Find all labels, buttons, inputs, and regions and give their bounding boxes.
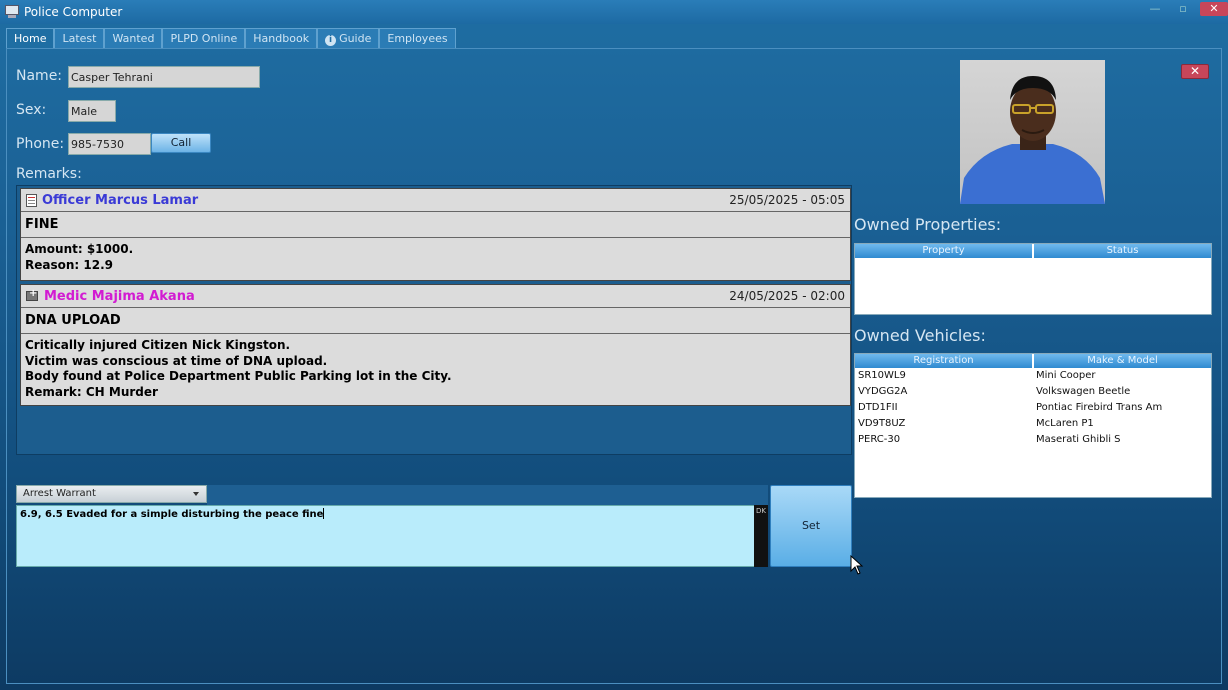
tab-guide-label: Guide	[339, 32, 372, 45]
info-icon: i	[325, 35, 337, 46]
warrant-bar	[207, 485, 768, 505]
column-header-status[interactable]: Status	[1034, 244, 1211, 258]
document-icon	[26, 193, 37, 207]
name-label: Name:	[16, 68, 63, 84]
owned-properties-table: Property Status	[854, 243, 1212, 315]
title-bar: Police Computer — ▫ ✕	[0, 0, 1228, 24]
remark-line: Body found at Police Department Public P…	[25, 369, 452, 383]
warrant-reason-input[interactable]: 6.9, 6.5 Evaded for a simple disturbing …	[16, 505, 768, 567]
remark-line: Victim was conscious at time of DNA uplo…	[25, 353, 328, 368]
window-title: Police Computer	[24, 5, 123, 19]
cell-registration: DTD1FII	[858, 402, 898, 413]
warrant-type-value: Arrest Warrant	[23, 488, 96, 499]
cell-make-model: McLaren P1	[1036, 418, 1094, 429]
cell-make-model: Mini Cooper	[1036, 370, 1096, 381]
name-field[interactable]: Casper Tehrani	[68, 66, 260, 88]
maximize-button[interactable]: ▫	[1172, 2, 1194, 16]
remark-author: Officer Marcus Lamar	[42, 192, 199, 208]
text-caret	[323, 508, 325, 519]
citizen-avatar	[960, 60, 1105, 204]
remarks-label: Remarks:	[16, 166, 82, 182]
call-button[interactable]: Call	[151, 133, 211, 153]
close-profile-button[interactable]: ✕	[1181, 64, 1209, 79]
owned-vehicles-table: Registration Make & Model SR10WL9 Mini C…	[854, 353, 1212, 498]
remark-body: Amount: $1000. Reason: 12.9	[21, 238, 850, 277]
remark-date: 25/05/2025 - 05:05	[729, 193, 845, 207]
owned-vehicles-title: Owned Vehicles:	[854, 326, 986, 345]
computer-icon	[4, 5, 20, 19]
phone-field[interactable]: 985-7530	[68, 133, 151, 155]
textarea-scrollbar[interactable]: DK	[754, 505, 768, 567]
remark-line: Critically injured Citizen Nick Kingston…	[25, 338, 291, 352]
remark-line: Remark: CH Murder	[25, 384, 158, 399]
minimize-button[interactable]: —	[1144, 2, 1166, 16]
remark-line: Amount: $1000.	[25, 242, 134, 256]
tab-wanted[interactable]: Wanted	[104, 28, 163, 48]
tab-latest[interactable]: Latest	[54, 28, 105, 48]
window-close-button[interactable]: ✕	[1200, 2, 1228, 16]
warrant-type-dropdown[interactable]: Arrest Warrant	[16, 485, 207, 503]
table-row[interactable]: PERC-30 Maserati Ghibli S	[855, 432, 1211, 448]
cell-make-model: Maserati Ghibli S	[1036, 434, 1121, 445]
cell-make-model: Pontiac Firebird Trans Am	[1036, 402, 1163, 413]
cell-registration: PERC-30	[858, 434, 901, 445]
column-header-make-model[interactable]: Make & Model	[1034, 354, 1211, 368]
remark-entry: Medic Majima Akana 24/05/2025 - 02:00 DN…	[20, 284, 851, 406]
remark-line: Reason: 12.9	[25, 257, 113, 272]
tab-handbook[interactable]: Handbook	[245, 28, 318, 48]
sex-label: Sex:	[16, 102, 47, 118]
tab-bar: Home Latest Wanted PLPD Online Handbook …	[6, 28, 456, 48]
tab-plpd-online[interactable]: PLPD Online	[162, 28, 246, 48]
remarks-list: Officer Marcus Lamar 25/05/2025 - 05:05 …	[16, 185, 852, 455]
remark-date: 24/05/2025 - 02:00	[729, 289, 845, 303]
tab-guide[interactable]: i Guide	[317, 28, 380, 48]
tab-home[interactable]: Home	[6, 28, 55, 48]
remark-type: DNA UPLOAD	[21, 308, 850, 334]
table-row[interactable]: VD9T8UZ McLaren P1	[855, 416, 1211, 432]
remark-author: Medic Majima Akana	[44, 288, 195, 304]
owned-properties-title: Owned Properties:	[854, 215, 1002, 234]
column-header-registration[interactable]: Registration	[855, 354, 1034, 368]
column-header-property[interactable]: Property	[855, 244, 1034, 258]
phone-label: Phone:	[16, 136, 65, 152]
cell-registration: VYDGG2A	[858, 386, 908, 397]
table-row[interactable]: VYDGG2A Volkswagen Beetle	[855, 384, 1211, 400]
table-row[interactable]: SR10WL9 Mini Cooper	[855, 368, 1211, 384]
sex-field[interactable]: Male	[68, 100, 116, 122]
remark-type: FINE	[21, 212, 850, 238]
set-button[interactable]: Set	[770, 485, 852, 567]
chevron-down-icon	[193, 492, 199, 496]
cell-registration: SR10WL9	[858, 370, 906, 381]
remark-body: Critically injured Citizen Nick Kingston…	[21, 334, 850, 404]
ambulance-icon	[26, 288, 38, 301]
table-row[interactable]: DTD1FII Pontiac Firebird Trans Am	[855, 400, 1211, 416]
tab-employees[interactable]: Employees	[379, 28, 456, 48]
warrant-reason-text: 6.9, 6.5 Evaded for a simple disturbing …	[20, 509, 324, 520]
cell-registration: VD9T8UZ	[858, 418, 906, 429]
cell-make-model: Volkswagen Beetle	[1036, 386, 1131, 397]
mouse-cursor-icon	[850, 555, 864, 575]
remark-entry: Officer Marcus Lamar 25/05/2025 - 05:05 …	[20, 188, 851, 281]
